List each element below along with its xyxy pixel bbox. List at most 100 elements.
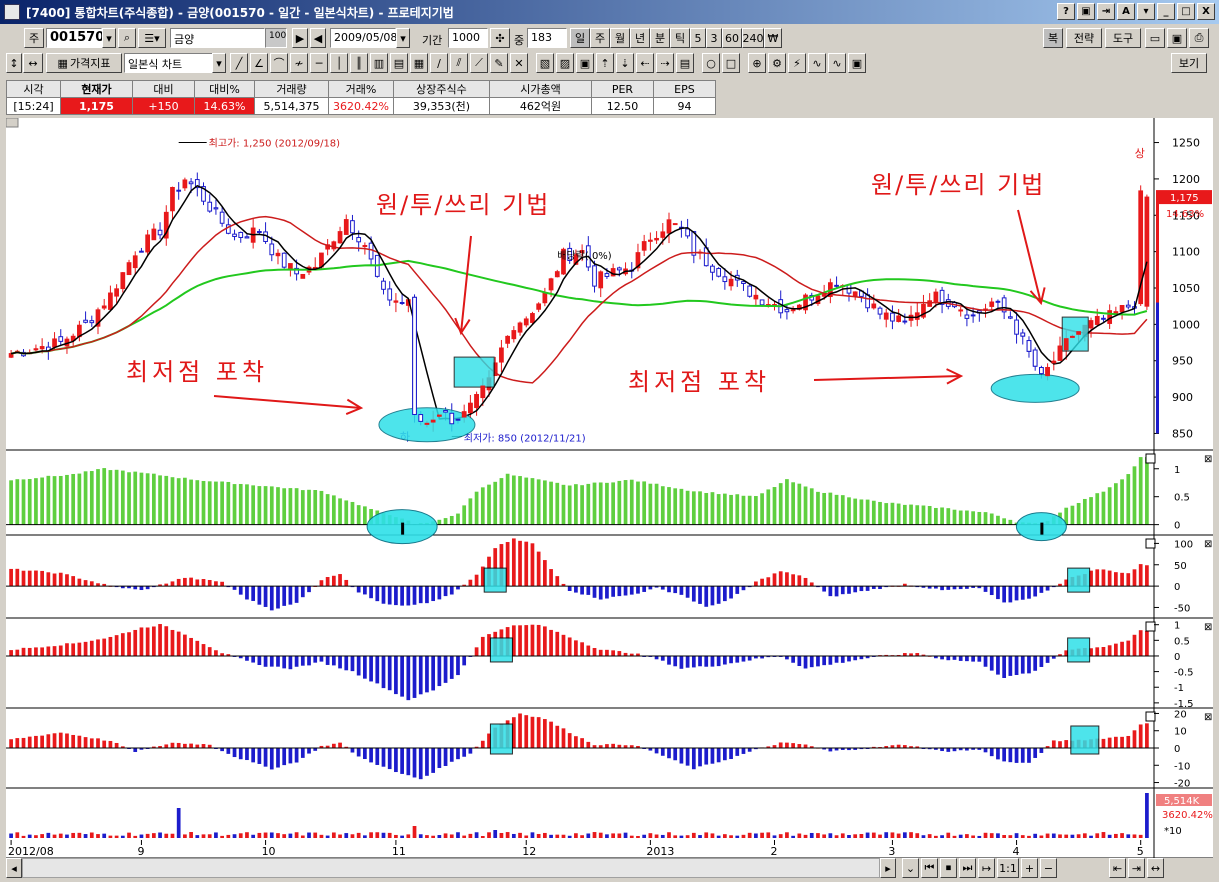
tf-year[interactable]: 년 <box>630 28 650 48</box>
menu-button[interactable]: ▾ <box>1137 3 1155 20</box>
arrow-left-tool-button[interactable]: ⇠ <box>636 53 654 73</box>
code-input[interactable]: 001570 <box>46 28 104 48</box>
date-tick-label: 12 <box>522 845 536 858</box>
link-button[interactable]: ▣ <box>1077 3 1095 20</box>
tf-240[interactable]: 240 <box>742 28 764 48</box>
scroll-right-button[interactable]: ▸ <box>880 858 896 878</box>
chart-type-dropdown[interactable]: ▾ <box>212 53 226 73</box>
horizontal-resize-button[interactable]: ↔ <box>23 53 43 73</box>
strategy-button[interactable]: 전략 <box>1066 28 1102 48</box>
scroll-left-button[interactable]: ◂ <box>6 858 22 878</box>
period-input[interactable]: 1000 <box>448 28 488 48</box>
volume-bar <box>1058 834 1062 838</box>
restore-button[interactable]: 복 <box>1043 28 1063 48</box>
collapse-button[interactable]: ⌄ <box>902 858 919 878</box>
tf-tick[interactable]: 틱 <box>670 28 690 48</box>
indicator-bar <box>245 655 249 661</box>
chart-area[interactable]: ⊠ ⊠ ⊠ ⊠ 850 900 950 1000 1050 1100 1150 1200 1250 1,… <box>6 118 1213 858</box>
wave-alt-tool-button[interactable]: ∿ <box>828 53 846 73</box>
indicator-bar <box>698 748 702 767</box>
minimize-button[interactable]: _ <box>1157 3 1175 20</box>
search-button[interactable]: ⌕ <box>118 28 136 48</box>
vertical-line-tool-button[interactable]: │ <box>330 53 348 73</box>
count-input[interactable]: 183 <box>527 28 567 48</box>
rectangle-tool-button[interactable]: □ <box>722 53 740 73</box>
pattern-tool-button[interactable]: ▨ <box>556 53 574 73</box>
prev-button[interactable]: ◀ <box>310 28 326 48</box>
settings-tool-button[interactable]: ⚙ <box>768 53 786 73</box>
pin-button[interactable]: ⇥ <box>1097 3 1115 20</box>
fill-tool-button[interactable]: ▧ <box>536 53 554 73</box>
next-button[interactable]: ▶ <box>292 28 308 48</box>
actual-size-button[interactable]: 1:1 <box>997 858 1019 878</box>
spin-button[interactable]: ✣ <box>490 28 510 48</box>
parallel-tool-button[interactable]: ⫽ <box>450 53 468 73</box>
image-tool-button[interactable]: ▣ <box>848 53 866 73</box>
indicator-bar <box>1107 645 1112 656</box>
market-button[interactable]: 주 <box>24 28 44 48</box>
fibo-fan-tool-button[interactable]: ≁ <box>290 53 308 73</box>
magic-tool-button[interactable]: ⚡ <box>788 53 806 73</box>
arc-tool-button[interactable]: ⌒ <box>270 53 288 73</box>
tf-day[interactable]: 일 <box>570 28 590 48</box>
zoom-out-button[interactable]: − <box>1040 858 1057 878</box>
ray-tool-button[interactable]: ∕ <box>430 53 448 73</box>
stop-button[interactable]: ⏹ <box>940 858 957 878</box>
trend-ray-tool-button[interactable]: ⟋ <box>470 53 488 73</box>
fit-button[interactable]: ↦ <box>978 858 995 878</box>
horizontal-line-tool-button[interactable]: ─ <box>310 53 328 73</box>
indicator-bar <box>710 586 715 606</box>
tf-5[interactable]: 5 <box>690 28 706 48</box>
toolbar-drawing: ↕ ↔ ▦ 가격지표 일본식 차트 ▾ ╱ ∠ ⌒ ≁ ─ │ ║ ▥ ▤ ▦ ∕ ⫽ ⟋ ✎ ✕ ▧ ▨ ▣ ⇡ ⇣ ⇠… <box>0 53 1219 77</box>
end-button[interactable]: ⇥ <box>1128 858 1145 878</box>
memo-tool-button[interactable]: ▤ <box>676 53 694 73</box>
double-line-tool-button[interactable]: ║ <box>350 53 368 73</box>
tf-3[interactable]: 3 <box>706 28 722 48</box>
box-lines-tool-button[interactable]: ▤ <box>390 53 408 73</box>
font-button[interactable]: A <box>1117 3 1135 20</box>
tools-button[interactable]: 도구 <box>1105 28 1141 48</box>
tf-week[interactable]: 주 <box>590 28 610 48</box>
candle-body-front <box>1051 360 1057 364</box>
arrow-right-tool-button[interactable]: ⇢ <box>656 53 674 73</box>
pencil-tool-button[interactable]: ✎ <box>490 53 508 73</box>
help-button[interactable]: ? <box>1057 3 1075 20</box>
scroll-track[interactable] <box>22 858 880 878</box>
arrow-up-tool-button[interactable]: ⇡ <box>596 53 614 73</box>
start-button[interactable]: ⇤ <box>1109 858 1126 878</box>
first-button[interactable]: ⏮ <box>921 858 938 878</box>
color-tool-button[interactable]: ▣ <box>576 53 594 73</box>
zoom-in-button[interactable]: + <box>1021 858 1038 878</box>
currency-button[interactable]: ₩ <box>764 28 782 48</box>
indicator-bar <box>865 499 870 525</box>
indicator-button[interactable]: ▦ 가격지표 <box>46 53 122 73</box>
vertical-resize-button[interactable]: ↕ <box>6 53 22 73</box>
angle-line-tool-button[interactable]: ∠ <box>250 53 268 73</box>
candle-body-front <box>1032 349 1038 367</box>
wave-tool-button[interactable]: ∿ <box>808 53 826 73</box>
date-input[interactable]: 2009/05/08 <box>330 28 397 48</box>
code-dropdown[interactable]: ▾ <box>102 28 116 48</box>
chart-svg[interactable]: ⊠⊠⊠⊠ 8509009501000105011001150120012501,… <box>6 118 1213 858</box>
circle-tool-button[interactable]: ○ <box>702 53 720 73</box>
tf-month[interactable]: 월 <box>610 28 630 48</box>
grid-lines-tool-button[interactable]: ▦ <box>410 53 428 73</box>
channel-tool-button[interactable]: ▥ <box>370 53 388 73</box>
open-button[interactable]: ▭ <box>1145 28 1165 48</box>
arrow-down-tool-button[interactable]: ⇣ <box>616 53 634 73</box>
chart-type-select[interactable]: 일본식 차트 <box>124 53 214 73</box>
view-button[interactable]: 보기 <box>1171 53 1207 73</box>
last-button[interactable]: ⏭ <box>959 858 976 878</box>
date-dropdown[interactable]: ▾ <box>396 28 410 48</box>
fullwidth-button[interactable]: ↔ <box>1147 858 1164 878</box>
tf-60[interactable]: 60 <box>722 28 742 48</box>
maximize-button[interactable]: □ <box>1177 3 1195 20</box>
save-button[interactable]: ▣ <box>1167 28 1187 48</box>
eraser-tool-button[interactable]: ✕ <box>510 53 528 73</box>
history-button[interactable]: ☰▾ <box>138 28 166 48</box>
close-button[interactable]: X <box>1197 3 1215 20</box>
trendline-tool-button[interactable]: ╱ <box>230 53 248 73</box>
tf-minute[interactable]: 분 <box>650 28 670 48</box>
zoom-tool-button[interactable]: ⊕ <box>748 53 766 73</box>
print-button[interactable]: ⎙ <box>1189 28 1209 48</box>
